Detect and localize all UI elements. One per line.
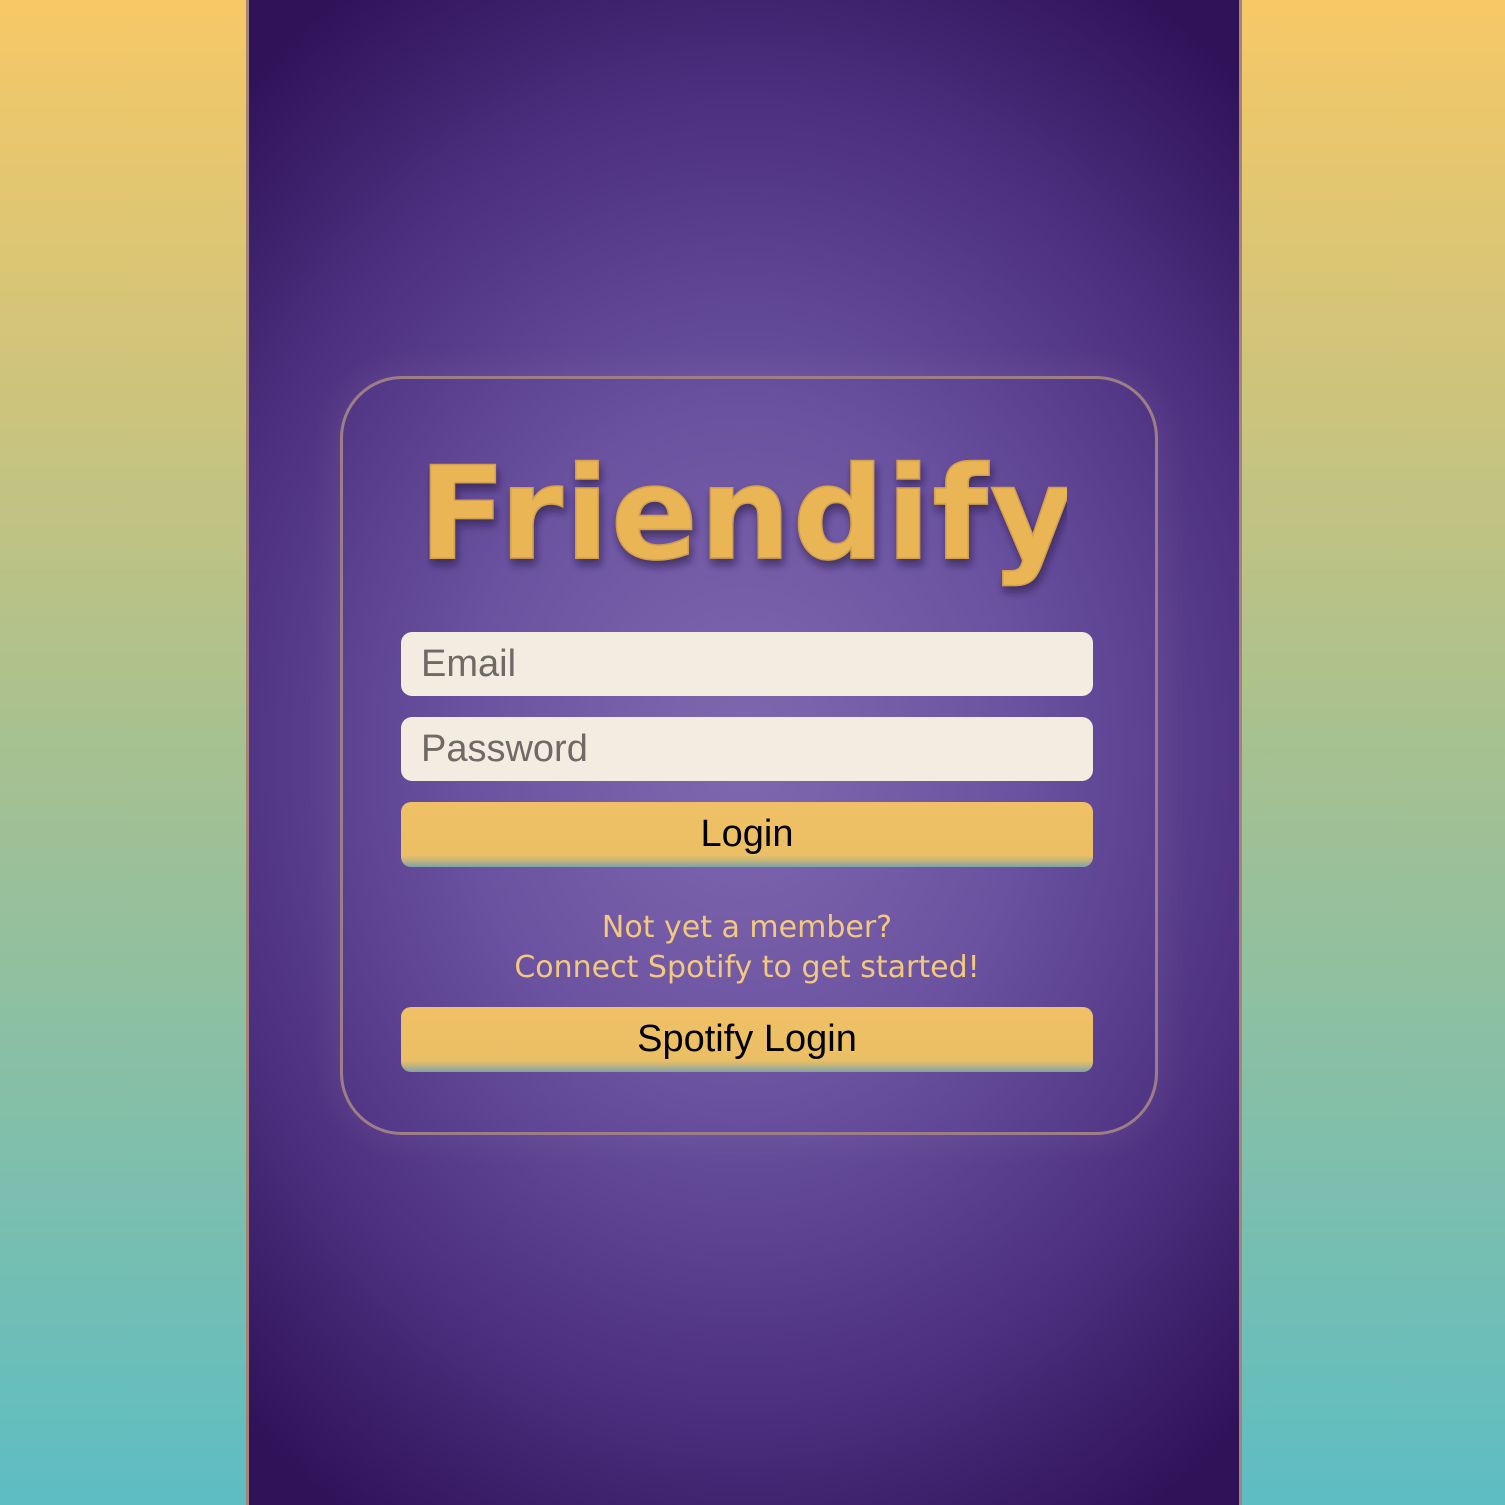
password-input[interactable] — [401, 717, 1093, 781]
login-button[interactable]: Login — [401, 802, 1093, 867]
app-panel: Friendify Login Not yet a member? Connec… — [246, 0, 1242, 1505]
signup-prompt-line1: Not yet a member? — [601, 910, 893, 945]
email-input[interactable] — [401, 632, 1093, 696]
signup-prompt-line2: Connect Spotify to get started! — [514, 950, 980, 985]
friendify-logo: Friendify — [249, 440, 1245, 620]
logo-text: Friendify — [427, 440, 1067, 589]
spotify-login-button[interactable]: Spotify Login — [401, 1007, 1093, 1072]
